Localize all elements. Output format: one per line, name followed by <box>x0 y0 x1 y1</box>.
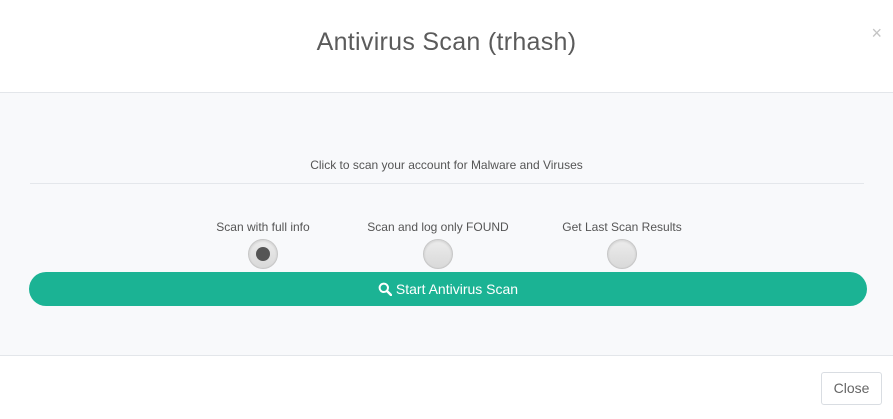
dialog-title: Antivirus Scan (trhash) <box>316 28 577 56</box>
radio-scan-full-info[interactable] <box>248 239 278 269</box>
dialog-body: Click to scan your account for Malware a… <box>0 93 893 356</box>
option-last-scan-results[interactable]: Get Last Scan Results <box>512 219 732 269</box>
option-label: Get Last Scan Results <box>562 220 682 234</box>
antivirus-scan-dialog: Antivirus Scan (trhash) × Click to scan … <box>0 0 893 419</box>
intro-text: Click to scan your account for Malware a… <box>310 158 583 172</box>
dialog-header: Antivirus Scan (trhash) × <box>0 0 893 93</box>
start-button-label: Start Antivirus Scan <box>395 281 519 297</box>
radio-last-scan-results[interactable] <box>607 239 637 269</box>
radio-selected-dot <box>256 247 270 261</box>
divider <box>30 183 864 184</box>
radio-scan-log-found[interactable] <box>423 239 453 269</box>
search-icon <box>378 282 393 297</box>
close-icon[interactable]: × <box>871 24 882 42</box>
close-button[interactable]: Close <box>821 372 882 405</box>
start-antivirus-scan-button[interactable]: Start Antivirus Scan <box>29 272 867 306</box>
